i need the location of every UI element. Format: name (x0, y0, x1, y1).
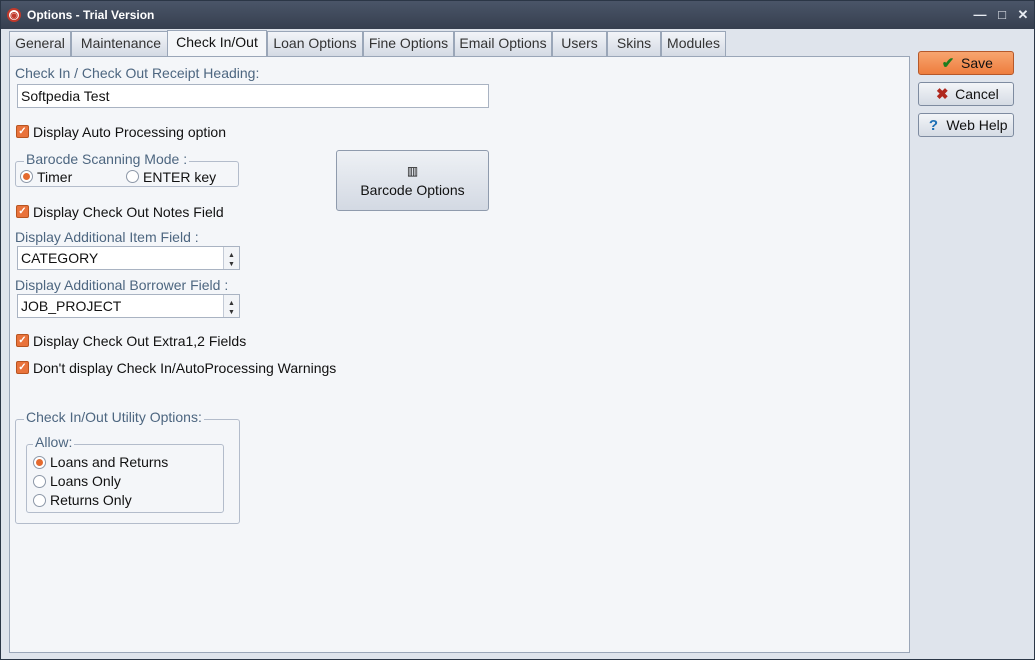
checkout-notes-label: Display Check Out Notes Field (33, 204, 224, 220)
check-in-out-panel: Check In / Check Out Receipt Heading: ✓ … (9, 56, 910, 653)
web-help-label: Web Help (946, 117, 1008, 133)
barcode-options-label: Barcode Options (360, 181, 465, 198)
spinner-icon[interactable]: ▲ ▼ (223, 247, 239, 269)
additional-borrower-label: Display Additional Borrower Field : (15, 277, 229, 293)
window-title: Options - Trial Version (27, 8, 155, 22)
save-label: Save (960, 55, 993, 71)
additional-borrower-value: JOB_PROJECT (21, 298, 122, 314)
checkout-notes-checkbox[interactable]: ✓ (16, 205, 29, 218)
minimize-button[interactable]: — (971, 6, 989, 24)
x-icon: ✖ (935, 86, 949, 103)
additional-borrower-select[interactable]: JOB_PROJECT ▲ ▼ (17, 294, 240, 318)
returns-only-label: Returns Only (50, 492, 132, 508)
cancel-label: Cancel (955, 86, 999, 102)
maximize-button[interactable]: □ (993, 6, 1011, 24)
allow-group-title: Allow: (33, 434, 75, 450)
loans-and-returns-radio[interactable] (33, 456, 46, 469)
no-warnings-label: Don't display Check In/AutoProcessing Wa… (33, 360, 337, 376)
returns-only-radio[interactable] (33, 494, 46, 507)
allow-group: Allow: Loans and Returns Loans Only Retu… (26, 434, 224, 513)
additional-item-label: Display Additional Item Field : (15, 229, 199, 245)
tab-users[interactable]: Users (552, 31, 607, 56)
spinner-icon[interactable]: ▲ ▼ (223, 295, 239, 317)
loans-only-radio[interactable] (33, 475, 46, 488)
options-window: ◉ Options - Trial Version — □ ✕ General … (0, 0, 1035, 660)
auto-processing-label: Display Auto Processing option (33, 124, 226, 140)
tab-modules[interactable]: Modules (661, 31, 726, 56)
tab-skins[interactable]: Skins (607, 31, 661, 56)
app-logo-icon: ◉ (7, 8, 21, 22)
barcode-group-title: Barocde Scanning Mode : (24, 151, 190, 167)
utility-options-group: Check In/Out Utility Options: Allow: Loa… (15, 409, 240, 524)
loans-only-label: Loans Only (50, 473, 121, 489)
receipt-heading-label: Check In / Check Out Receipt Heading: (15, 65, 260, 81)
close-button[interactable]: ✕ (1014, 6, 1032, 24)
additional-item-value: CATEGORY (21, 250, 99, 266)
timer-radio[interactable] (20, 170, 33, 183)
checkmark-icon: ✔ (941, 55, 955, 72)
barcode-scanning-group: Barocde Scanning Mode : Timer ENTER key (15, 151, 239, 187)
tab-email-options[interactable]: Email Options (454, 31, 552, 56)
save-button[interactable]: ✔ Save (918, 51, 1014, 75)
extra-fields-checkbox[interactable]: ✓ (16, 334, 29, 347)
utility-group-title: Check In/Out Utility Options: (24, 409, 204, 425)
receipt-heading-input[interactable] (17, 84, 489, 108)
additional-item-select[interactable]: CATEGORY ▲ ▼ (17, 246, 240, 270)
barcode-icon: ▥ (406, 163, 419, 178)
enter-key-label: ENTER key (143, 169, 217, 185)
cancel-button[interactable]: ✖ Cancel (918, 82, 1014, 106)
tab-check-in-out[interactable]: Check In/Out (167, 30, 267, 56)
web-help-button[interactable]: ? Web Help (918, 113, 1014, 137)
tab-maintenance[interactable]: Maintenance (71, 31, 171, 56)
help-icon: ? (928, 117, 939, 134)
no-warnings-checkbox[interactable]: ✓ (16, 361, 29, 374)
tab-fine-options[interactable]: Fine Options (363, 31, 454, 56)
tab-general[interactable]: General (9, 31, 71, 56)
barcode-options-button[interactable]: ▥ Barcode Options (336, 150, 489, 211)
timer-label: Timer (37, 169, 73, 185)
extra-fields-label: Display Check Out Extra1,2 Fields (33, 333, 247, 349)
title-bar[interactable]: ◉ Options - Trial Version — □ ✕ (1, 1, 1034, 29)
enter-key-radio[interactable] (126, 170, 139, 183)
loans-and-returns-label: Loans and Returns (50, 454, 169, 470)
auto-processing-checkbox[interactable]: ✓ (16, 125, 29, 138)
tab-loan-options[interactable]: Loan Options (267, 31, 363, 56)
